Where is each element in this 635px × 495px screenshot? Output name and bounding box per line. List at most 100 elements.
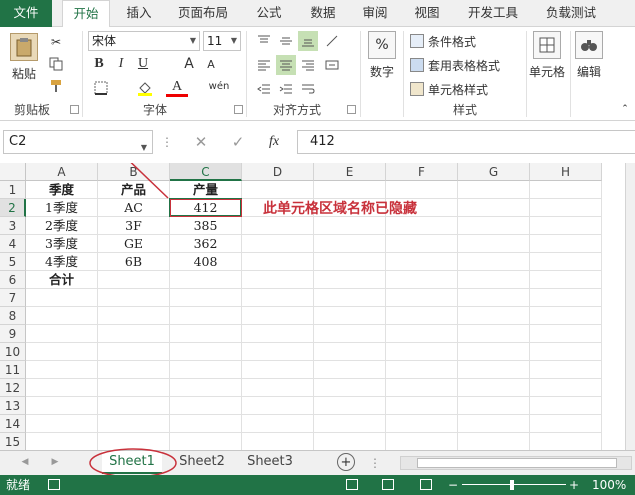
cell-e7[interactable] (314, 289, 386, 307)
paste-button[interactable]: 粘贴 (6, 33, 42, 82)
cell-e4[interactable] (314, 235, 386, 253)
row-header-3[interactable]: 3 (0, 217, 26, 235)
row-header-12[interactable]: 12 (0, 379, 26, 397)
cell-f8[interactable] (386, 307, 458, 325)
more-options-icon[interactable]: ⋮ (369, 455, 381, 471)
border-icon[interactable] (90, 79, 112, 97)
cell-f7[interactable] (386, 289, 458, 307)
cell-c14[interactable] (170, 415, 242, 433)
cell-b11[interactable] (98, 361, 170, 379)
cancel-icon[interactable]: ✕ (190, 132, 212, 152)
format-painter-icon[interactable] (47, 77, 65, 95)
cell-g4[interactable] (458, 235, 530, 253)
cell-b4[interactable]: GE (98, 235, 170, 253)
cell-h15[interactable] (530, 433, 602, 450)
number-format-button[interactable]: % 数字 (366, 31, 398, 80)
tab-load-test[interactable]: 负载测试 (536, 0, 606, 27)
row-header-14[interactable]: 14 (0, 415, 26, 433)
cell-a5[interactable]: 4季度 (26, 253, 98, 271)
zoom-slider[interactable] (462, 484, 566, 485)
column-header-a[interactable]: A (26, 163, 98, 181)
copy-icon[interactable] (47, 55, 65, 73)
cell-h5[interactable] (530, 253, 602, 271)
cell-d10[interactable] (242, 343, 314, 361)
cell-b13[interactable] (98, 397, 170, 415)
align-bottom-icon[interactable] (298, 31, 318, 51)
page-layout-view-icon[interactable] (382, 479, 394, 490)
cell-c9[interactable] (170, 325, 242, 343)
cell-c12[interactable] (170, 379, 242, 397)
cell-a12[interactable] (26, 379, 98, 397)
cell-f14[interactable] (386, 415, 458, 433)
cell-g9[interactable] (458, 325, 530, 343)
cell-h9[interactable] (530, 325, 602, 343)
tab-formulas[interactable]: 公式 (246, 0, 292, 27)
cell-c1[interactable]: 产量 (170, 181, 242, 199)
cell-e11[interactable] (314, 361, 386, 379)
row-header-4[interactable]: 4 (0, 235, 26, 253)
cell-d6[interactable] (242, 271, 314, 289)
cell-g11[interactable] (458, 361, 530, 379)
column-header-c[interactable]: C (170, 163, 242, 181)
phonetic-button[interactable]: wén (206, 77, 232, 95)
row-header-6[interactable]: 6 (0, 271, 26, 289)
row-header-13[interactable]: 13 (0, 397, 26, 415)
tab-home[interactable]: 开始 (62, 0, 110, 28)
formula-input[interactable]: 412 (297, 130, 635, 154)
tab-view[interactable]: 视图 (404, 0, 450, 27)
cell-e10[interactable] (314, 343, 386, 361)
cell-f4[interactable] (386, 235, 458, 253)
row-header-7[interactable]: 7 (0, 289, 26, 307)
row-header-8[interactable]: 8 (0, 307, 26, 325)
page-break-view-icon[interactable] (420, 479, 432, 490)
cell-c8[interactable] (170, 307, 242, 325)
bold-button[interactable]: B (90, 55, 108, 73)
cell-b2[interactable]: AC (98, 199, 170, 217)
tab-page-layout[interactable]: 页面布局 (170, 0, 236, 27)
row-header-11[interactable]: 11 (0, 361, 26, 379)
increase-indent-icon[interactable] (276, 79, 296, 99)
align-top-icon[interactable] (254, 31, 274, 51)
tab-developer[interactable]: 开发工具 (458, 0, 528, 27)
cell-f1[interactable] (386, 181, 458, 199)
cell-g7[interactable] (458, 289, 530, 307)
format-as-table-button[interactable]: 套用表格格式 (410, 55, 528, 75)
column-header-f[interactable]: F (386, 163, 458, 181)
cell-c3[interactable]: 385 (170, 217, 242, 235)
cell-d8[interactable] (242, 307, 314, 325)
cell-g15[interactable] (458, 433, 530, 450)
row-header-5[interactable]: 5 (0, 253, 26, 271)
cell-styles-button[interactable]: 单元格样式 (410, 79, 520, 99)
cell-d5[interactable] (242, 253, 314, 271)
collapse-ribbon-icon[interactable]: ⌃ (618, 103, 632, 115)
cell-h2[interactable] (530, 199, 602, 217)
cell-d4[interactable] (242, 235, 314, 253)
cell-h4[interactable] (530, 235, 602, 253)
cell-e13[interactable] (314, 397, 386, 415)
cell-b3[interactable]: 3F (98, 217, 170, 235)
cell-a8[interactable] (26, 307, 98, 325)
cell-h7[interactable] (530, 289, 602, 307)
column-header-e[interactable]: E (314, 163, 386, 181)
cell-c13[interactable] (170, 397, 242, 415)
enter-icon[interactable]: ✓ (227, 132, 249, 152)
cell-a1[interactable]: 季度 (26, 181, 98, 199)
cell-f10[interactable] (386, 343, 458, 361)
more-options-icon[interactable]: ⋮ (160, 134, 174, 150)
cell-a7[interactable] (26, 289, 98, 307)
tab-file[interactable]: 文件 (0, 0, 52, 27)
worksheet-grid[interactable]: ABCDEFGH 1 2 3 4 5 6 7 8 9 10 11 12 13 14 15 季度 产品 产量 1季度… (0, 163, 635, 450)
row-header-9[interactable]: 9 (0, 325, 26, 343)
cell-b9[interactable] (98, 325, 170, 343)
cell-b10[interactable] (98, 343, 170, 361)
cell-f9[interactable] (386, 325, 458, 343)
cell-h6[interactable] (530, 271, 602, 289)
scroll-right-icon[interactable]: ▶ (48, 454, 62, 470)
vertical-scrollbar[interactable] (625, 163, 635, 450)
insert-function-icon[interactable]: fx (263, 132, 285, 152)
cell-f3[interactable] (386, 217, 458, 235)
cell-g5[interactable] (458, 253, 530, 271)
cell-d13[interactable] (242, 397, 314, 415)
cell-d12[interactable] (242, 379, 314, 397)
cell-h3[interactable] (530, 217, 602, 235)
